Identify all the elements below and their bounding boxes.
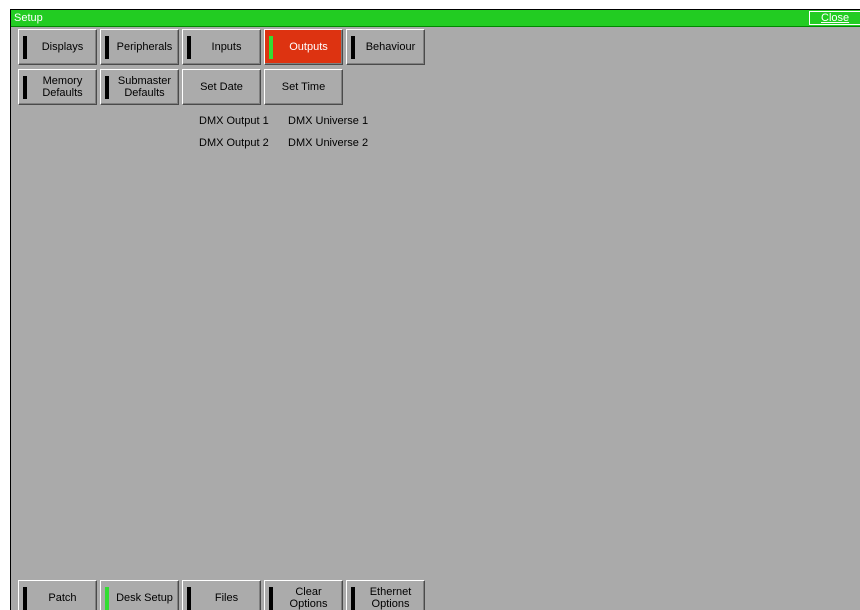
tab-outputs-label: Outputs xyxy=(289,41,328,53)
desk-setup-button[interactable]: Desk Setup xyxy=(100,580,179,610)
clear-options-label: Clear Options xyxy=(289,585,328,610)
submaster-defaults-button[interactable]: Submaster Defaults xyxy=(100,69,179,105)
indicator-on xyxy=(269,36,273,59)
indicator-off xyxy=(23,36,27,59)
files-label: Files xyxy=(214,591,239,604)
tab-peripherals-label: Peripherals xyxy=(116,41,173,53)
ethernet-options-label: Ethernet Options xyxy=(369,585,412,610)
indicator-off xyxy=(23,587,27,610)
tab-outputs[interactable]: Outputs xyxy=(264,29,343,65)
files-button[interactable]: Files xyxy=(182,580,261,610)
tab-inputs-label: Inputs xyxy=(211,41,242,53)
set-time-button[interactable]: Set Time xyxy=(264,69,343,105)
title-bar: Setup Close xyxy=(11,10,860,27)
tab-displays[interactable]: Displays xyxy=(18,29,97,65)
indicator-off xyxy=(187,587,191,610)
close-button-label: Close xyxy=(821,12,850,24)
output-name[interactable]: DMX Output 2 xyxy=(199,137,269,149)
indicator-off xyxy=(351,36,355,59)
setup-window: Setup Close Displays Peripherals Inputs … xyxy=(10,9,860,610)
clear-options-button[interactable]: Clear Options xyxy=(264,580,343,610)
tab-peripherals[interactable]: Peripherals xyxy=(100,29,179,65)
memory-defaults-label: Memory Defaults xyxy=(42,75,83,99)
universe-name[interactable]: DMX Universe 2 xyxy=(288,137,368,149)
indicator-off xyxy=(187,36,191,59)
tab-behaviour-label: Behaviour xyxy=(365,41,416,53)
indicator-on xyxy=(105,587,109,610)
desk-setup-label: Desk Setup xyxy=(116,591,173,604)
tab-inputs[interactable]: Inputs xyxy=(182,29,261,65)
indicator-off xyxy=(23,76,27,99)
universe-name[interactable]: DMX Universe 1 xyxy=(288,115,368,127)
submaster-defaults-label: Submaster Defaults xyxy=(117,75,172,99)
indicator-off xyxy=(351,587,355,610)
set-date-label: Set Date xyxy=(200,81,243,93)
memory-defaults-button[interactable]: Memory Defaults xyxy=(18,69,97,105)
tab-behaviour[interactable]: Behaviour xyxy=(346,29,425,65)
set-time-label: Set Time xyxy=(281,81,326,93)
patch-button[interactable]: Patch xyxy=(18,580,97,610)
indicator-off xyxy=(269,587,273,610)
indicator-off xyxy=(105,76,109,99)
set-date-button[interactable]: Set Date xyxy=(182,69,261,105)
ethernet-options-button[interactable]: Ethernet Options xyxy=(346,580,425,610)
patch-label: Patch xyxy=(48,591,77,604)
close-button[interactable]: Close xyxy=(809,11,860,25)
tab-displays-label: Displays xyxy=(41,41,84,53)
output-name[interactable]: DMX Output 1 xyxy=(199,115,269,127)
indicator-off xyxy=(105,36,109,59)
window-title: Setup xyxy=(14,12,43,24)
